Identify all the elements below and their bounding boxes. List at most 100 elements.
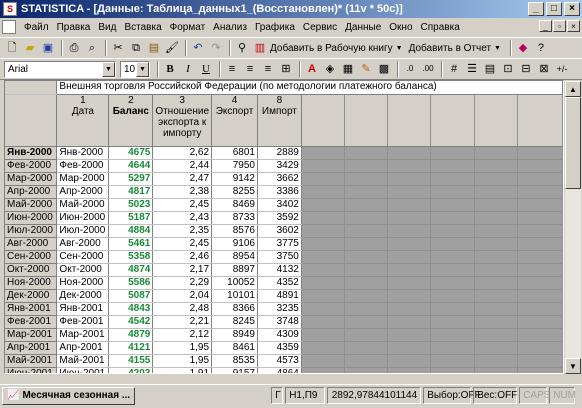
scroll-up-icon[interactable]: ▲ bbox=[565, 81, 581, 97]
menu-view[interactable]: Вид bbox=[94, 22, 120, 33]
chevron-down-icon[interactable]: ▼ bbox=[102, 61, 115, 77]
task-seasonal-analysis[interactable]: 📈 Месячная сезонная ... bbox=[2, 386, 136, 405]
cell-import[interactable]: 3386 bbox=[257, 185, 302, 199]
cell-balance[interactable]: 4675 bbox=[108, 146, 154, 160]
cell-date[interactable]: Сен-2000 bbox=[56, 250, 110, 264]
cell-export[interactable]: 8897 bbox=[211, 263, 258, 277]
cell-import[interactable]: 3748 bbox=[257, 315, 302, 329]
align-right-icon[interactable]: ≡ bbox=[260, 61, 276, 77]
cell-export[interactable]: 6801 bbox=[211, 146, 258, 160]
cell-date[interactable]: Май-2000 bbox=[56, 198, 110, 212]
column-header-balance[interactable]: 2 Баланс bbox=[108, 94, 154, 147]
font-size-select[interactable]: 10 ▼ bbox=[120, 60, 150, 78]
menu-analysis[interactable]: Анализ bbox=[209, 22, 251, 33]
cell-balance[interactable]: 4874 bbox=[108, 263, 154, 277]
spreadsheet-grid[interactable]: Внешняя торговля Российской Федерации (п… bbox=[4, 80, 564, 374]
increase-decimal-icon[interactable]: .0 bbox=[402, 61, 418, 77]
new-icon[interactable]: 🗋 bbox=[4, 40, 20, 56]
cell-ratio[interactable]: 1,95 bbox=[152, 341, 213, 355]
align-left-icon[interactable]: ≡ bbox=[224, 61, 240, 77]
row-header[interactable]: Июн-2000 bbox=[5, 211, 58, 225]
row-header[interactable]: Янв-2001 bbox=[5, 302, 58, 316]
cell-ratio[interactable]: 2,04 bbox=[152, 289, 213, 303]
row-header[interactable]: Фев-2000 bbox=[5, 159, 58, 173]
cell-export[interactable]: 8733 bbox=[211, 211, 258, 225]
cell-ratio[interactable]: 1,95 bbox=[152, 354, 213, 368]
find-binoculars-icon[interactable]: ⚲ bbox=[234, 40, 250, 56]
column-header-date[interactable]: 1 Дата bbox=[56, 94, 110, 147]
row-header[interactable]: Янв-2000 bbox=[5, 146, 58, 160]
row-header[interactable]: Ноя-2000 bbox=[5, 276, 58, 290]
cell-import[interactable]: 3235 bbox=[257, 302, 302, 316]
cell-export[interactable]: 8255 bbox=[211, 185, 258, 199]
cell-balance[interactable]: 4644 bbox=[108, 159, 154, 173]
row-header[interactable]: Мар-2001 bbox=[5, 328, 58, 342]
menu-graphics[interactable]: Графика bbox=[251, 22, 299, 33]
menu-data[interactable]: Данные bbox=[341, 22, 385, 33]
cell-ratio[interactable]: 2,45 bbox=[152, 237, 213, 251]
scroll-thumb[interactable] bbox=[565, 97, 581, 189]
cut-icon[interactable]: ✂ bbox=[110, 40, 126, 56]
cell-ratio[interactable]: 2,17 bbox=[152, 263, 213, 277]
cell-export[interactable]: 8949 bbox=[211, 328, 258, 342]
row-header[interactable]: Июл-2000 bbox=[5, 224, 58, 238]
cell-import[interactable]: 4891 bbox=[257, 289, 302, 303]
cell-export[interactable]: 8461 bbox=[211, 341, 258, 355]
cell-date[interactable]: Фев-2001 bbox=[56, 315, 110, 329]
cell-date[interactable]: Май-2001 bbox=[56, 354, 110, 368]
cell-date[interactable]: Апр-2001 bbox=[56, 341, 110, 355]
cell-balance[interactable]: 4121 bbox=[108, 341, 154, 355]
cell-balance[interactable]: 4155 bbox=[108, 354, 154, 368]
cell-import[interactable]: 3592 bbox=[257, 211, 302, 225]
undo-icon[interactable]: ↶ bbox=[190, 40, 206, 56]
cell-export[interactable]: 8576 bbox=[211, 224, 258, 238]
cell-date[interactable]: Июн-2001 bbox=[56, 367, 110, 373]
merge-cells-icon[interactable]: ⊞ bbox=[278, 61, 294, 77]
cell-import[interactable]: 3775 bbox=[257, 237, 302, 251]
cell-import[interactable]: 4864 bbox=[257, 367, 302, 373]
menu-file[interactable]: Файл bbox=[20, 22, 53, 33]
corner-cell-header[interactable] bbox=[5, 94, 58, 147]
cell-import[interactable]: 4309 bbox=[257, 328, 302, 342]
menu-format[interactable]: Формат bbox=[166, 22, 210, 33]
row-header[interactable]: Сен-2000 bbox=[5, 250, 58, 264]
row-header[interactable]: Дек-2000 bbox=[5, 289, 58, 303]
cell-import[interactable]: 4352 bbox=[257, 276, 302, 290]
cell-date[interactable]: Июн-2000 bbox=[56, 211, 110, 225]
font-color-icon[interactable]: A bbox=[304, 61, 320, 77]
context-help-icon[interactable]: ? bbox=[533, 40, 549, 56]
menu-help[interactable]: Справка bbox=[417, 22, 464, 33]
cell-export[interactable]: 8469 bbox=[211, 198, 258, 212]
row-header[interactable]: Фев-2001 bbox=[5, 315, 58, 329]
cell-export[interactable]: 10052 bbox=[211, 276, 258, 290]
column-header-import[interactable]: 8 Импорт bbox=[257, 94, 302, 147]
cell-date[interactable]: Дек-2000 bbox=[56, 289, 110, 303]
add-to-workbook-button[interactable]: Добавить в Рабочую книгу ▼ bbox=[270, 43, 403, 54]
row-header[interactable]: Мар-2000 bbox=[5, 172, 58, 186]
corner-cell[interactable] bbox=[5, 81, 58, 95]
print-icon[interactable]: ⎙ bbox=[66, 40, 82, 56]
font-name-select[interactable]: Arial ▼ bbox=[4, 60, 116, 78]
cell-import[interactable]: 2889 bbox=[257, 146, 302, 160]
cell-export[interactable]: 9142 bbox=[211, 172, 258, 186]
cell-date[interactable]: Окт-2000 bbox=[56, 263, 110, 277]
decrease-decimal-icon[interactable]: .00 bbox=[420, 61, 436, 77]
cell-import[interactable]: 3402 bbox=[257, 198, 302, 212]
doc-close-button[interactable]: × bbox=[567, 20, 580, 32]
cell-date[interactable]: Янв-2000 bbox=[56, 146, 110, 160]
doc-minimize-button[interactable]: _ bbox=[539, 20, 552, 32]
vertical-scrollbar[interactable]: ▲ ▼ bbox=[565, 81, 581, 374]
copy-icon[interactable]: ⧉ bbox=[128, 40, 144, 56]
chevron-down-icon[interactable]: ▼ bbox=[136, 61, 149, 77]
add-to-workbook-icon[interactable]: ▥ bbox=[252, 40, 268, 56]
row-header[interactable]: Окт-2000 bbox=[5, 263, 58, 277]
cell-balance[interactable]: 4879 bbox=[108, 328, 154, 342]
menu-window[interactable]: Окно bbox=[385, 22, 416, 33]
cell-date[interactable]: Ноя-2000 bbox=[56, 276, 110, 290]
cell-balance[interactable]: 4542 bbox=[108, 315, 154, 329]
menu-insert[interactable]: Вставка bbox=[120, 22, 165, 33]
column-header-ratio[interactable]: 3 Отношение экспорта к импорту bbox=[152, 94, 213, 147]
cell-import[interactable]: 3602 bbox=[257, 224, 302, 238]
cell-import[interactable]: 4573 bbox=[257, 354, 302, 368]
cell-export[interactable]: 8245 bbox=[211, 315, 258, 329]
